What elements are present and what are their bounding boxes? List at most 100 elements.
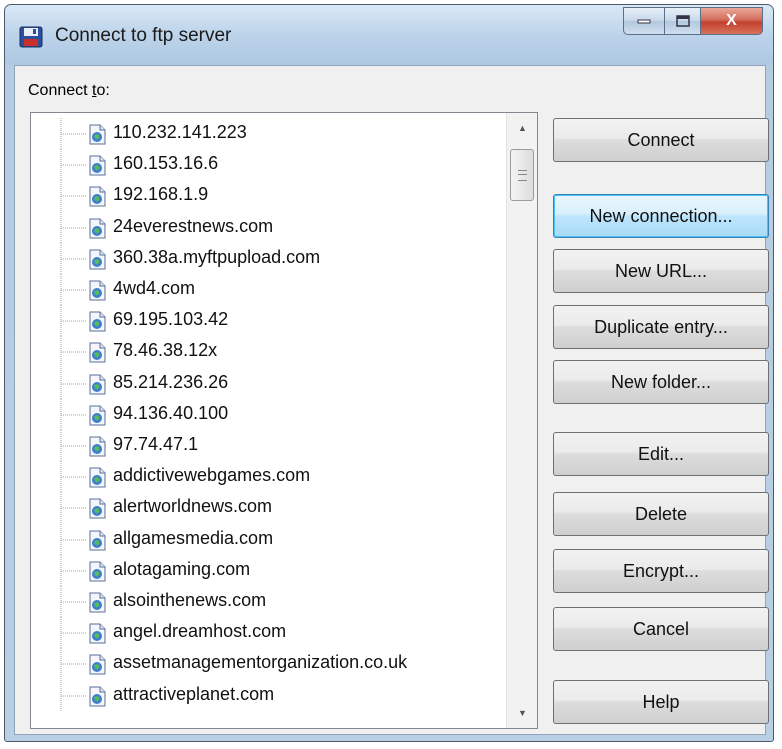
delete-button[interactable]: Delete xyxy=(553,492,769,536)
tree-item-label: 94.136.40.100 xyxy=(113,402,229,423)
scroll-up-arrow-icon[interactable]: ▲ xyxy=(507,113,537,143)
ftp-site-file-icon xyxy=(89,124,106,145)
tree-item[interactable]: alotagaming.com xyxy=(31,554,511,586)
maximize-button[interactable] xyxy=(665,7,701,35)
tree-item[interactable]: assetmanagementorganization.co.uk xyxy=(31,648,511,680)
tree-connector-line xyxy=(60,554,87,586)
new-url-button[interactable]: New URL... xyxy=(553,249,769,293)
tree-connector-line xyxy=(60,305,87,337)
tree-item-label: alertworldnews.com xyxy=(113,496,273,517)
tree-item-label: allgamesmedia.com xyxy=(113,527,274,548)
connect-button[interactable]: Connect xyxy=(553,118,769,162)
ftp-site-file-icon xyxy=(89,218,106,239)
tree-item[interactable]: 4wd4.com xyxy=(31,274,511,305)
ftp-site-file-icon xyxy=(89,280,106,301)
duplicate-entry-button[interactable]: Duplicate entry... xyxy=(553,305,769,349)
ftp-site-file-icon xyxy=(89,155,106,176)
ftp-site-file-icon xyxy=(89,311,106,332)
tree-item-label: attractiveplanet.com xyxy=(113,683,275,704)
tree-item[interactable]: 110.232.141.223 xyxy=(31,118,511,149)
tree-item[interactable]: 94.136.40.100 xyxy=(31,398,511,430)
tree-item-label: angel.dreamhost.com xyxy=(113,621,287,642)
tree-connector-line xyxy=(60,492,87,524)
tree-connector-line xyxy=(60,679,87,711)
tree-connector-line xyxy=(60,149,87,181)
tree-item-label: 160.153.16.6 xyxy=(113,153,219,174)
tree-item-label: 4wd4.com xyxy=(113,278,196,298)
ftp-site-file-icon xyxy=(89,623,106,644)
ftp-site-file-icon xyxy=(89,186,106,207)
tree-item[interactable]: 160.153.16.6 xyxy=(31,149,511,181)
window-controls: X xyxy=(623,7,763,37)
encrypt-button[interactable]: Encrypt... xyxy=(553,549,769,593)
connect-to-label-suffix: o: xyxy=(96,82,110,99)
tree-item-label: 97.74.47.1 xyxy=(113,434,199,454)
tree-item[interactable]: angel.dreamhost.com xyxy=(31,617,511,649)
scroll-down-arrow-icon[interactable]: ▼ xyxy=(507,698,537,728)
cancel-button[interactable]: Cancel xyxy=(553,607,769,651)
tree-item-label: assetmanagementorganization.co.uk xyxy=(113,652,408,673)
ftp-site-file-icon xyxy=(89,592,106,613)
close-button[interactable]: X xyxy=(701,7,763,35)
tree-connector-line xyxy=(60,430,87,461)
connect-to-label-prefix: Connect xyxy=(28,82,93,99)
tree-item-label: 85.214.236.26 xyxy=(113,371,229,392)
tree-connector-line xyxy=(60,617,87,649)
ftp-site-file-icon xyxy=(89,498,106,519)
tree-item[interactable]: 360.38a.myftpupload.com xyxy=(31,242,511,274)
tree-item[interactable]: 192.168.1.9 xyxy=(31,180,511,212)
tree-item[interactable]: allgamesmedia.com xyxy=(31,523,511,555)
edit-button[interactable]: Edit... xyxy=(553,432,769,476)
tree-connector-line xyxy=(60,367,87,399)
tree-item-label: 69.195.103.42 xyxy=(113,309,229,330)
tree-connector-line xyxy=(60,648,87,680)
tree-item[interactable]: 24everestnews.com xyxy=(31,211,511,243)
server-tree-view[interactable]: attractiveplanet.com assetmanagementorgan… xyxy=(30,112,538,729)
tree-connector-line xyxy=(60,398,87,430)
tree-connector-line xyxy=(60,336,87,368)
tree-item[interactable]: 69.195.103.42 xyxy=(31,305,511,337)
window-title: Connect to ftp server xyxy=(55,25,232,46)
ftp-site-file-icon xyxy=(89,467,106,488)
tree-connector-line xyxy=(60,211,87,243)
new-folder-button[interactable]: New folder... xyxy=(553,360,769,404)
minimize-icon xyxy=(637,19,651,24)
tree-connector-line xyxy=(60,242,87,274)
ftp-site-file-icon xyxy=(89,342,106,363)
new-connection-button[interactable]: New connection... xyxy=(553,194,769,238)
close-icon: X xyxy=(726,12,737,29)
vertical-scrollbar[interactable]: ▲ ▼ xyxy=(506,113,537,728)
title-bar[interactable]: Connect to ftp server X xyxy=(5,5,773,65)
tree-connector-line xyxy=(60,461,87,493)
tree-connector-line xyxy=(60,523,87,555)
tree-item-label: 110.232.141.223 xyxy=(113,122,247,142)
ftp-site-file-icon xyxy=(89,374,106,395)
tree-item-label: 78.46.38.12x xyxy=(113,340,218,361)
tree-item-label: 192.168.1.9 xyxy=(113,184,209,205)
tree-item[interactable]: alertworldnews.com xyxy=(31,492,511,524)
tree-item[interactable]: attractiveplanet.com xyxy=(31,679,511,711)
tree-item[interactable]: 78.46.38.12x xyxy=(31,336,511,368)
ftp-site-file-icon xyxy=(89,530,106,551)
scrollbar-thumb[interactable] xyxy=(510,149,534,201)
floppy-disk-icon xyxy=(19,26,43,48)
maximize-icon xyxy=(675,15,690,27)
grip-icon xyxy=(517,169,527,181)
tree-item[interactable]: 97.74.47.1 xyxy=(31,430,511,461)
ftp-site-file-icon xyxy=(89,436,106,457)
tree-connector-line xyxy=(60,118,87,149)
help-button[interactable]: Help xyxy=(553,680,769,724)
tree-item-label: alotagaming.com xyxy=(113,558,251,579)
tree-item-label: addictivewebgames.com xyxy=(113,465,311,486)
tree-item-label: 360.38a.myftpupload.com xyxy=(113,246,321,267)
minimize-button[interactable] xyxy=(623,7,665,35)
tree-item[interactable]: addictivewebgames.com xyxy=(31,461,511,493)
tree-connector-line xyxy=(60,274,87,305)
tree-connector-line xyxy=(60,586,87,617)
tree-item-label: 24everestnews.com xyxy=(113,215,274,236)
tree-connector-line xyxy=(60,180,87,212)
ftp-site-file-icon xyxy=(89,654,106,675)
tree-item[interactable]: alsointhenews.com xyxy=(31,586,511,617)
ftp-site-file-icon xyxy=(89,561,106,582)
tree-item[interactable]: 85.214.236.26 xyxy=(31,367,511,399)
